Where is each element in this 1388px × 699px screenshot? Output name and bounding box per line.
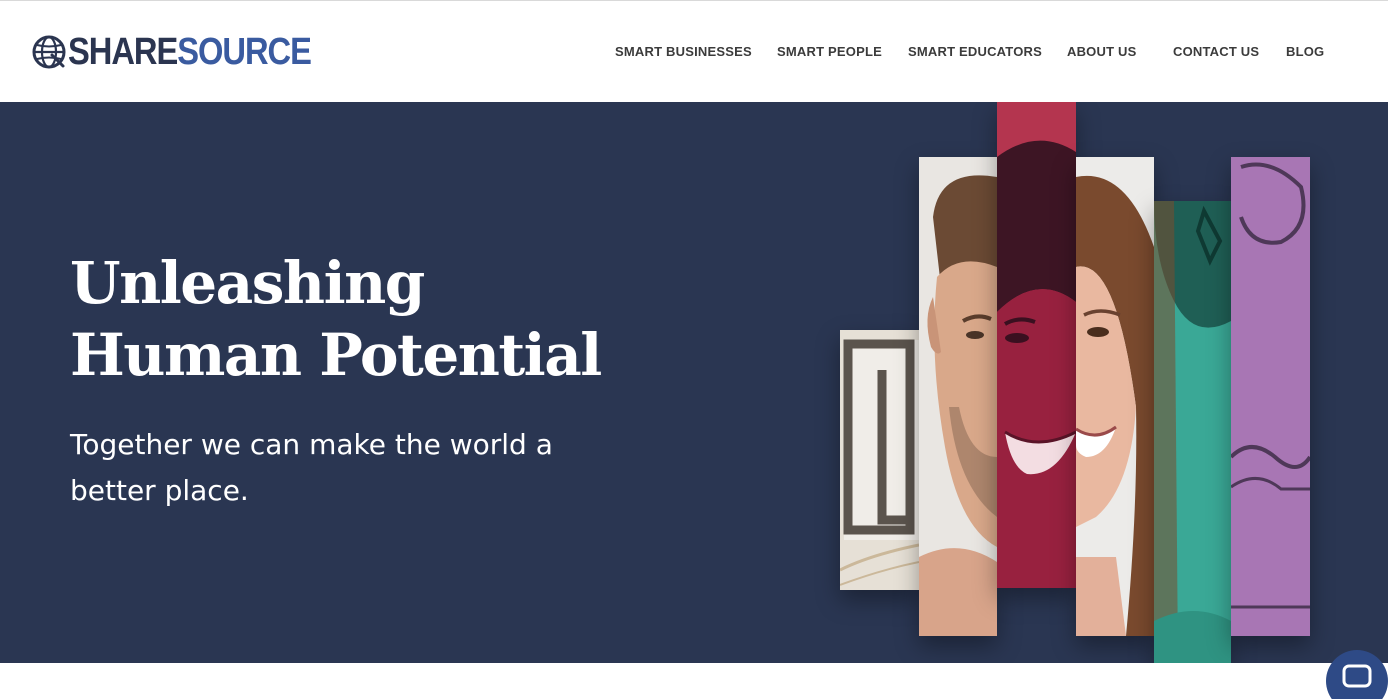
- collage-strip-paper: [840, 330, 919, 590]
- collage-strip-teal: [1154, 201, 1231, 663]
- page-below-hero: [0, 663, 1388, 699]
- teal-shirt-image: [1154, 201, 1231, 663]
- nav-contact-us[interactable]: CONTACT US: [1173, 43, 1259, 61]
- nav-smart-people[interactable]: SMART PEOPLE: [777, 43, 882, 61]
- nav-blog[interactable]: BLOG: [1286, 43, 1324, 61]
- hero-section: Unleashing Human Potential Together we c…: [0, 102, 1388, 663]
- frame-doodle-image: [840, 330, 919, 590]
- nav-about-us[interactable]: ABOUT US: [1067, 43, 1137, 61]
- collage-strip-purple: [1231, 157, 1310, 636]
- woman-portrait-image: [1076, 157, 1154, 636]
- collage-strip-red: [997, 102, 1076, 588]
- nav-smart-businesses[interactable]: SMART BUSINESSES: [615, 43, 752, 61]
- chat-icon: [1342, 664, 1372, 688]
- red-tinted-portrait-image: [997, 102, 1076, 588]
- site-header: SHARESOURCE SMART BUSINESSES SMART PEOPL…: [0, 0, 1388, 102]
- purple-pattern-image: [1231, 157, 1310, 636]
- collage-strip-woman: [1076, 157, 1154, 636]
- collage-strip-man: [919, 157, 997, 636]
- portrait-strips-collage: [0, 102, 1388, 663]
- nav-smart-educators[interactable]: SMART EDUCATORS: [908, 43, 1042, 61]
- main-nav: SMART BUSINESSES SMART PEOPLE SMART EDUC…: [0, 43, 1388, 61]
- man-portrait-image: [919, 157, 997, 636]
